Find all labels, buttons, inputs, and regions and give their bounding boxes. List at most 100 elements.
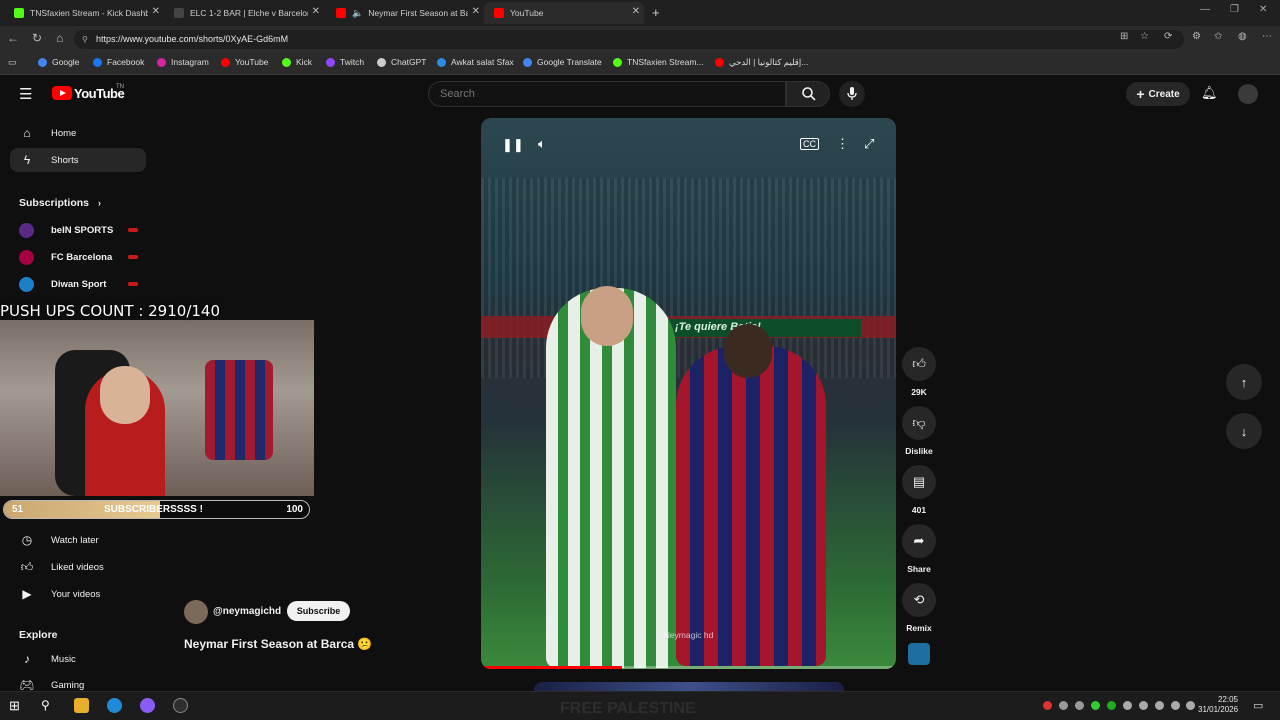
bookmark-google-translate[interactable]: Google Translate <box>523 57 602 67</box>
tray-icon[interactable] <box>1091 701 1100 710</box>
reading-list-icon[interactable]: ▭ <box>8 57 17 68</box>
close-tab-icon[interactable]: ✕ <box>312 6 320 17</box>
tray-icon[interactable] <box>1075 701 1084 710</box>
file-explorer-icon[interactable] <box>74 698 89 713</box>
tray-icon[interactable] <box>1123 701 1132 710</box>
favorite-star-icon[interactable]: ☆ <box>1140 31 1149 42</box>
bookmark-youtube[interactable]: YouTube <box>221 57 268 67</box>
obs-icon[interactable] <box>173 698 188 713</box>
app-icon[interactable] <box>140 698 155 713</box>
pause-icon[interactable]: ❚❚ <box>502 137 524 153</box>
new-tab-icon[interactable]: + <box>652 5 660 20</box>
video-progress-bar[interactable] <box>481 666 896 669</box>
site-info-icon[interactable]: ⚲ <box>82 30 88 49</box>
bookmark-twitch[interactable]: Twitch <box>326 57 364 67</box>
tray-icon[interactable] <box>1139 701 1148 710</box>
volume-tray-icon[interactable] <box>1171 701 1180 710</box>
favorites-icon[interactable]: ✩ <box>1214 31 1222 42</box>
tray-icon[interactable] <box>1043 701 1052 710</box>
avatar[interactable] <box>1238 84 1258 104</box>
captions-icon[interactable]: CC <box>800 138 819 150</box>
thumbs-up-icon: 👍︎ <box>20 559 34 574</box>
minimize-icon[interactable]: — <box>1200 4 1210 15</box>
collections-icon[interactable]: ⚙ <box>1192 31 1201 42</box>
sidebar-item-home[interactable]: ⌂ Home <box>10 121 146 145</box>
dislike-button[interactable]: 👎︎ Dislike <box>900 406 938 456</box>
bookmark-kick[interactable]: Kick <box>282 57 312 67</box>
bookmark-google[interactable]: Google <box>38 57 79 67</box>
kick-icon <box>613 57 622 67</box>
bookmark-facebook[interactable]: Facebook <box>93 57 144 67</box>
shorts-video-player[interactable]: ¡Te quiere Betis! Neymagic hd <box>481 118 896 669</box>
sidebar-item-liked-videos[interactable]: 👍︎ Liked videos <box>10 555 146 579</box>
sidebar-item-your-videos[interactable]: ▶ Your videos <box>10 582 146 606</box>
remix-icon: ⟲ <box>902 583 936 617</box>
url-field[interactable]: ⚲ https://www.youtube.com/shorts/0XyAE-G… <box>74 30 1184 49</box>
speaker-icon[interactable]: 🔈 <box>352 8 363 19</box>
channel-name[interactable]: @neymagichd <box>213 606 281 617</box>
channel-avatar[interactable] <box>184 600 208 624</box>
voice-search-button[interactable] <box>839 81 865 107</box>
maximize-icon[interactable]: ❐ <box>1230 4 1239 15</box>
tab-kick-dashboard[interactable]: TNSfaxien Stream - Kick Dashboard ✕ <box>4 2 164 24</box>
like-button[interactable]: 👍︎ 29K <box>900 347 938 397</box>
fullscreen-icon[interactable]: ⤢ <box>864 136 874 152</box>
install-app-icon[interactable]: ⊞ <box>1120 31 1128 42</box>
subscribe-button[interactable]: Subscribe <box>287 601 350 621</box>
subscription-bein-sports[interactable]: beIN SPORTS <box>19 221 113 239</box>
volume-icon[interactable]: 🔈︎ <box>538 136 546 152</box>
avatar <box>19 222 34 238</box>
previous-short-button[interactable]: ↑ <box>1226 364 1262 400</box>
tab-elche-barcelona[interactable]: ELC 1-2 BAR | Elche v Barcelona 3 ✕ <box>164 2 324 24</box>
next-short-preview <box>534 682 844 691</box>
notifications-icon[interactable]: ▭ <box>1253 699 1263 712</box>
back-icon[interactable]: ← <box>7 31 19 45</box>
create-button[interactable]: + Create <box>1126 82 1190 106</box>
bookmark-tnsfaxien[interactable]: TNSfaxien Stream... <box>613 57 704 67</box>
battery-icon[interactable] <box>1186 701 1195 710</box>
edge-icon[interactable] <box>107 698 122 713</box>
profile-icon[interactable]: ◍ <box>1238 31 1247 42</box>
network-icon[interactable] <box>1155 701 1164 710</box>
search-icon[interactable]: ⚲ <box>41 698 50 712</box>
more-options-icon[interactable]: ⋮ <box>836 136 849 152</box>
sidebar-item-music[interactable]: ♪ Music <box>10 647 146 671</box>
close-tab-icon[interactable]: ✕ <box>472 6 480 17</box>
sidebar-item-watch-later[interactable]: ◷ Watch later <box>10 528 146 552</box>
subscription-fc-barcelona[interactable]: FC Barcelona <box>19 248 112 266</box>
extensions-icon[interactable]: ⟳ <box>1164 31 1172 42</box>
tab-neymar-short[interactable]: 🔈 Neymar First Season at Barca ✕ <box>326 2 484 24</box>
windows-start-icon[interactable]: ⊞ <box>9 698 20 714</box>
close-tab-icon[interactable]: ✕ <box>632 6 640 17</box>
system-clock[interactable]: 22:05 31/01/2026 <box>1198 695 1238 715</box>
bookmark-catalonia[interactable]: إقليم كتالونيا | الدحي... <box>715 57 808 68</box>
sound-thumbnail[interactable] <box>908 643 930 665</box>
close-tab-icon[interactable]: ✕ <box>152 6 160 17</box>
next-short-button[interactable]: ↓ <box>1226 413 1262 449</box>
bookmark-awkat-salat[interactable]: Awkat salat Sfax <box>437 57 514 67</box>
subscriber-goal-bar: 51 SUBSCRIBERSSSS ! 100 <box>3 500 310 519</box>
remix-button[interactable]: ⟲ Remix <box>900 583 938 633</box>
tab-youtube[interactable]: YouTube ✕ <box>484 2 644 24</box>
menu-dots-icon[interactable]: ⋯ <box>1262 31 1272 42</box>
bookmark-instagram[interactable]: Instagram <box>157 57 209 67</box>
tray-icon[interactable] <box>1107 701 1116 710</box>
share-button[interactable]: ➦ Share <box>900 524 938 574</box>
comments-button[interactable]: ▤ 401 <box>900 465 938 515</box>
chatgpt-icon <box>377 57 386 67</box>
sidebar-item-shorts[interactable]: ϟ Shorts <box>10 148 146 172</box>
subscriptions-header[interactable]: Subscriptions › <box>19 197 101 209</box>
subscription-diwan-sport[interactable]: Diwan Sport <box>19 275 106 293</box>
hamburger-menu-icon[interactable]: ☰ <box>19 85 32 103</box>
reload-icon[interactable]: ↻ <box>32 31 42 45</box>
notifications-bell-icon[interactable]: 🔔︎ <box>1201 85 1218 101</box>
shorts-icon: ϟ <box>23 153 31 167</box>
share-arrow-icon: ➦ <box>902 524 936 558</box>
tray-icon[interactable] <box>1059 701 1068 710</box>
search-button[interactable] <box>786 81 830 107</box>
youtube-logo-icon[interactable] <box>52 86 72 100</box>
search-input[interactable] <box>428 81 786 107</box>
bookmark-chatgpt[interactable]: ChatGPT <box>377 57 426 67</box>
home-icon[interactable]: ⌂ <box>56 31 63 45</box>
close-window-icon[interactable]: ✕ <box>1259 4 1267 15</box>
